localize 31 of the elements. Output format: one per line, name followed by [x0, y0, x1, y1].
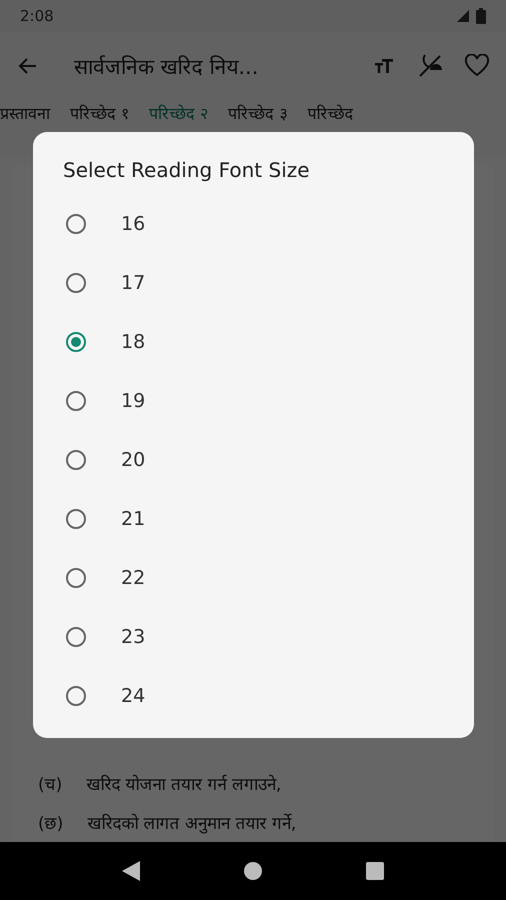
square-icon	[366, 862, 384, 880]
radio-button[interactable]	[66, 626, 86, 646]
dialog-title: Select Reading Font Size	[62, 158, 311, 182]
circle-icon	[244, 862, 262, 880]
font-size-option[interactable]: 17	[33, 253, 474, 312]
radio-button[interactable]	[66, 568, 86, 588]
font-size-option[interactable]: 16	[33, 194, 474, 253]
font-size-option[interactable]: 24	[33, 666, 474, 725]
radio-button[interactable]	[66, 390, 86, 410]
font-size-option[interactable]: 23	[33, 607, 474, 666]
font-size-option[interactable]: 18	[33, 312, 474, 371]
heart-icon	[464, 54, 490, 78]
radio-button[interactable]	[66, 214, 86, 234]
clause-marker: (च)	[38, 774, 62, 795]
font-size-option[interactable]: 20	[33, 430, 474, 489]
radio-button[interactable]	[66, 272, 86, 292]
radio-button[interactable]	[66, 332, 86, 352]
clause-marker: (छ)	[38, 813, 64, 834]
battery-icon	[476, 8, 486, 24]
clause-text: खरिदको लागत अनुमान तयार गर्ने,	[87, 812, 296, 834]
font-size-option[interactable]: 22	[33, 548, 474, 607]
radio-button[interactable]	[66, 508, 86, 528]
signal-icon	[456, 9, 470, 23]
triangle-icon	[122, 861, 140, 881]
status-time: 2:08	[20, 7, 54, 25]
font-size-option[interactable]: 19	[33, 371, 474, 430]
radio-button[interactable]	[66, 686, 86, 706]
clause-text: खरिद योजना तयार गर्न लगाउने,	[86, 774, 282, 795]
app-title: सार्वजनिक खरिद निय...	[73, 54, 260, 80]
font-size-option[interactable]: 21	[33, 489, 474, 548]
radio-button[interactable]	[66, 450, 86, 470]
